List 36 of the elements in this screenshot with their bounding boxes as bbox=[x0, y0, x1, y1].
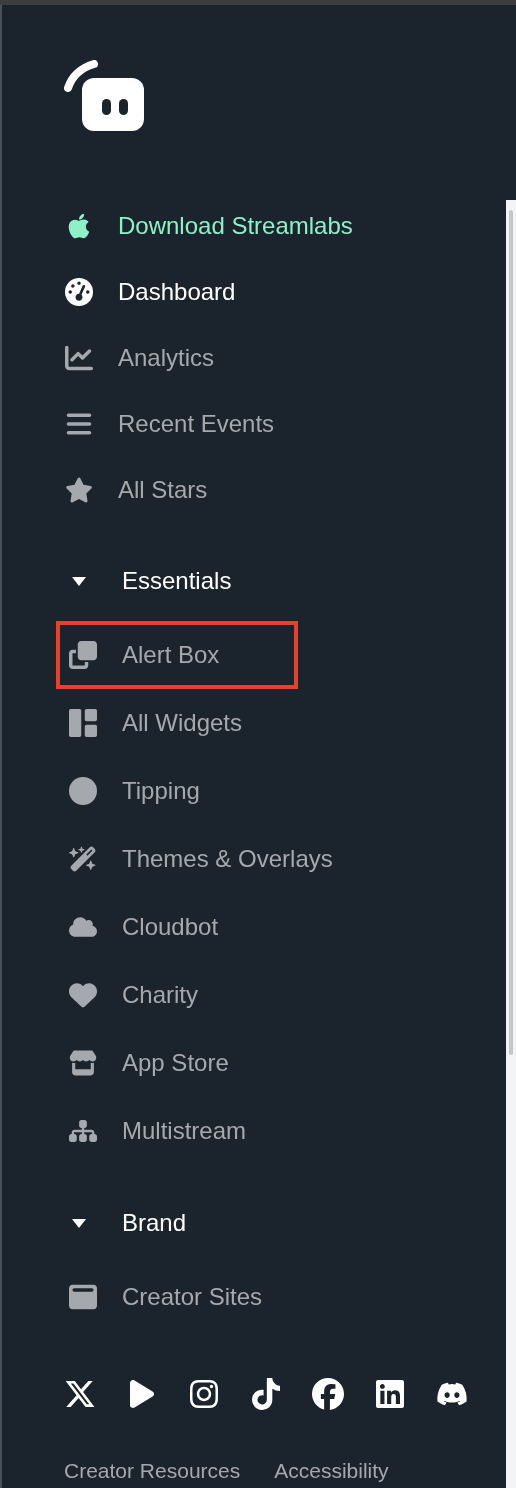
nav-item[interactable]: All Widgets bbox=[56, 689, 506, 757]
footer-link[interactable]: Creator Resources bbox=[64, 1459, 241, 1483]
grid-icon bbox=[69, 709, 97, 737]
footer-link[interactable]: Accessibility bbox=[274, 1459, 389, 1483]
nav-item[interactable]: Cloudbot bbox=[56, 893, 506, 961]
nav-item[interactable]: All Stars bbox=[64, 457, 506, 523]
tiktok-icon[interactable] bbox=[250, 1378, 282, 1410]
network-icon bbox=[69, 1117, 97, 1145]
instagram-icon[interactable] bbox=[188, 1378, 220, 1410]
scrollbar[interactable] bbox=[506, 200, 516, 1488]
nav-item[interactable]: Download Streamlabs bbox=[64, 193, 506, 259]
window-icon bbox=[69, 1283, 97, 1311]
nav-item[interactable]: Creator Sites bbox=[56, 1263, 506, 1331]
nav-item[interactable]: Analytics bbox=[64, 325, 506, 391]
linkedin-icon[interactable] bbox=[374, 1378, 406, 1410]
wand-icon bbox=[69, 845, 97, 873]
nav-item[interactable]: Multistream bbox=[56, 1097, 506, 1165]
copy-icon bbox=[69, 641, 97, 669]
nav-item[interactable]: Recent Events bbox=[64, 391, 506, 457]
caret-icon bbox=[72, 576, 86, 586]
star-icon bbox=[65, 476, 93, 504]
facebook-icon[interactable] bbox=[312, 1378, 344, 1410]
nav-item[interactable]: Themes & Overlays bbox=[56, 825, 506, 893]
nav-item[interactable]: App Store bbox=[56, 1029, 506, 1097]
chart-icon bbox=[65, 344, 93, 372]
x-icon[interactable] bbox=[64, 1378, 96, 1410]
store-icon bbox=[69, 1049, 97, 1077]
nav-item[interactable]: Tipping bbox=[56, 757, 506, 825]
nav-item[interactable]: Dashboard bbox=[64, 259, 506, 325]
heart-icon bbox=[69, 981, 97, 1009]
section-header[interactable]: Brand bbox=[64, 1190, 506, 1256]
nav-item[interactable]: Charity bbox=[56, 961, 506, 1029]
gauge-icon bbox=[65, 278, 93, 306]
nav-item[interactable]: Alert Box bbox=[56, 621, 298, 689]
caret-icon bbox=[72, 1218, 86, 1228]
section-header[interactable]: Essentials bbox=[64, 548, 506, 614]
